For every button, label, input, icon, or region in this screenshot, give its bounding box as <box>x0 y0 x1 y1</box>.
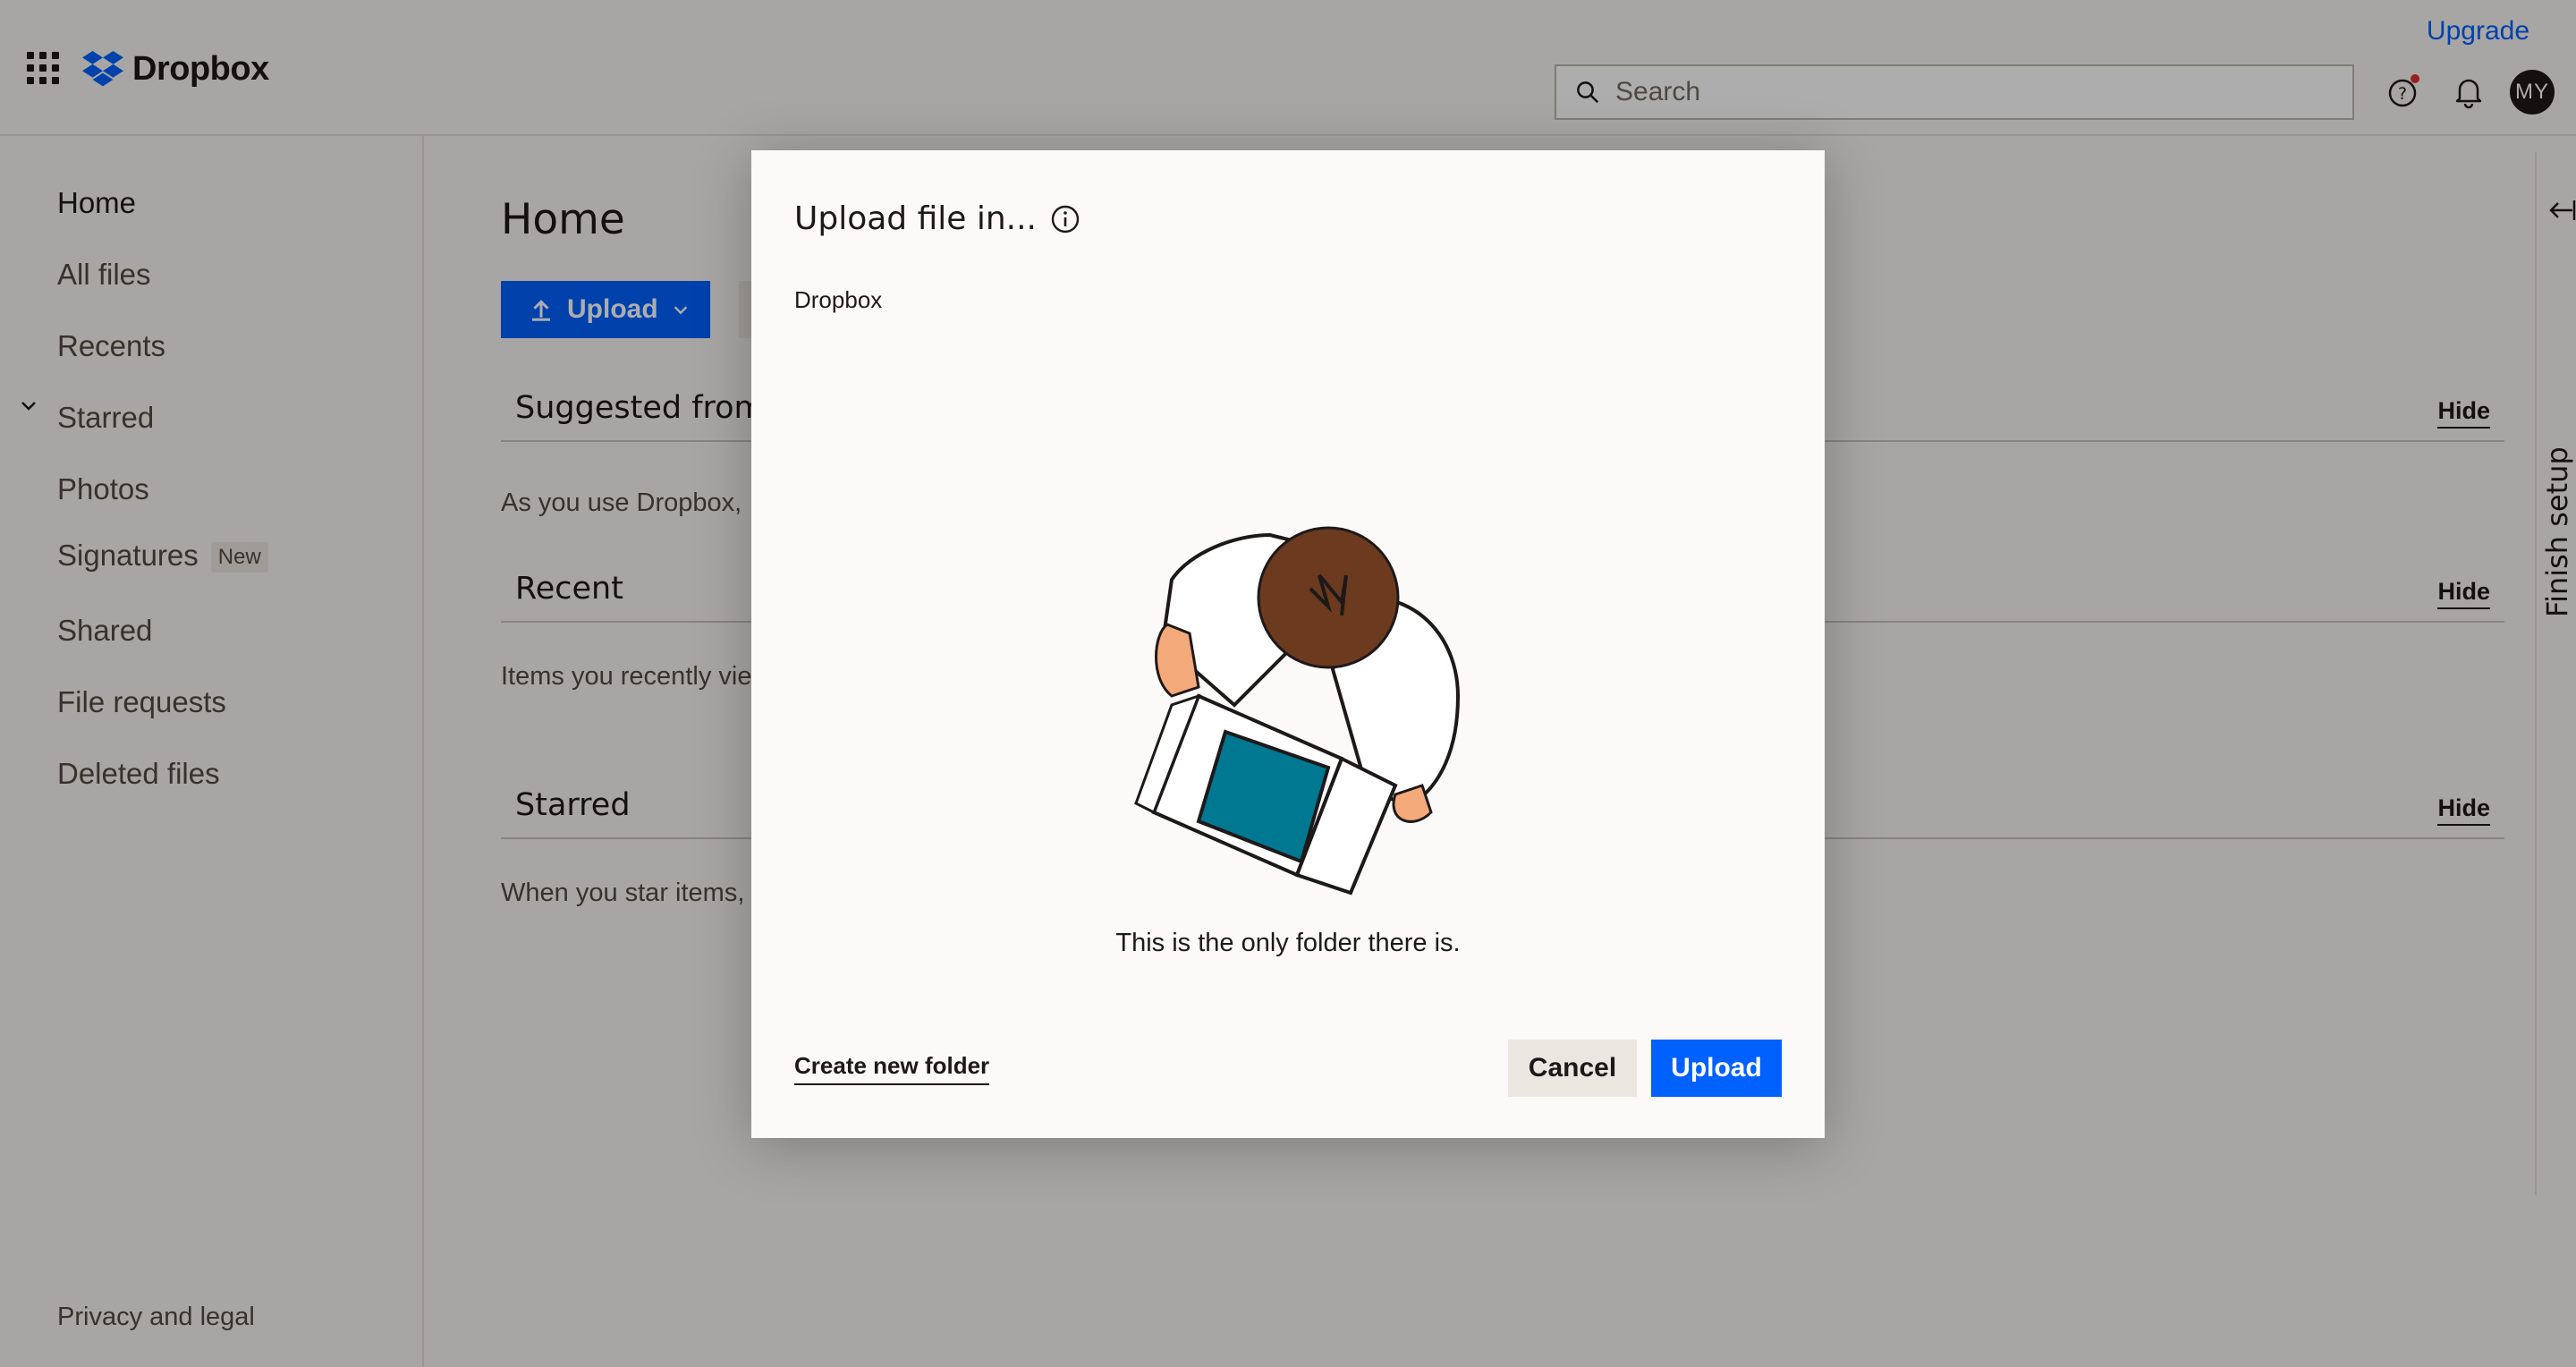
dialog-title: Upload file in... <box>794 200 1081 237</box>
upload-dialog: Upload file in... Dropbox This is the on… <box>751 150 1825 1138</box>
info-icon[interactable] <box>1049 203 1081 235</box>
create-new-folder-button[interactable]: Create new folder <box>794 1052 990 1085</box>
empty-folder-message: This is the only folder there is. <box>1115 929 1461 957</box>
cancel-button[interactable]: Cancel <box>1508 1040 1637 1097</box>
folder-breadcrumb[interactable]: Dropbox <box>794 286 882 314</box>
upload-button[interactable]: Upload <box>1651 1040 1782 1097</box>
dialog-title-text: Upload file in... <box>794 200 1038 237</box>
